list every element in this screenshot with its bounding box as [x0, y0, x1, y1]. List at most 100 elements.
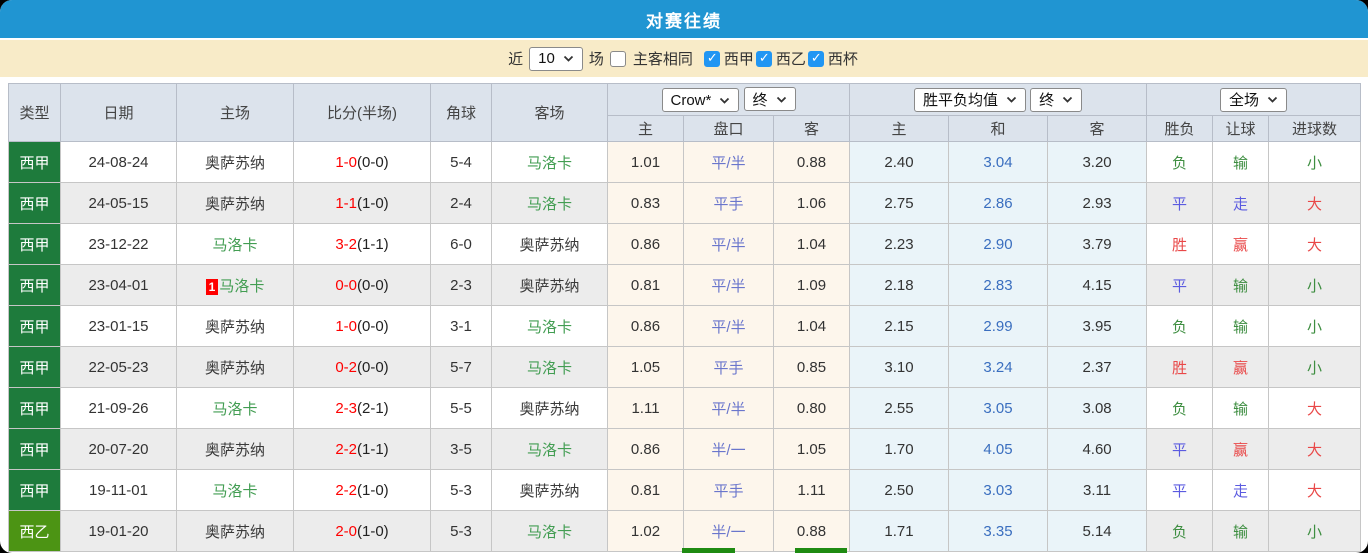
home-team-cell: 奥萨苏纳: [176, 182, 294, 224]
date-cell: 21-09-26: [60, 387, 177, 429]
home-team-cell: 奥萨苏纳: [176, 428, 294, 470]
corners-cell: 5-5: [430, 387, 492, 429]
odds-home: 1.70: [849, 428, 950, 470]
team-name: 奥萨苏纳: [204, 359, 265, 377]
matches-unit-label: 场: [588, 51, 604, 68]
page-title: 对赛往绩: [646, 11, 722, 31]
subcol-ah-line: 盘口: [683, 115, 774, 142]
corners-cell: 5-3: [430, 469, 492, 511]
home-team-cell: 马洛卡: [176, 387, 294, 429]
full-time-score: 0-0: [335, 276, 357, 294]
odds-draw: 4.05: [948, 428, 1049, 470]
team-name: 奥萨苏纳: [519, 482, 580, 500]
league-checkbox-icon[interactable]: [807, 50, 824, 67]
ah-home-odds: 1.01: [607, 141, 684, 183]
chevron-down-icon: [563, 55, 573, 62]
odds-away: 3.79: [1047, 223, 1148, 265]
full-time-score: 2-0: [335, 522, 357, 540]
odds-draw: 3.35: [948, 510, 1049, 552]
date-cell: 23-12-22: [60, 223, 177, 265]
ah-home-odds: 0.86: [607, 428, 684, 470]
result-group-header: 全场: [1146, 83, 1362, 116]
odds-home: 2.40: [849, 141, 950, 183]
ah-away-odds: 1.04: [772, 223, 851, 265]
handicap-group-header: Crow* 终: [606, 83, 851, 116]
score-cell: 2-2(1-0): [293, 469, 431, 511]
recent-count-select[interactable]: 10: [529, 46, 583, 71]
league-filter-label: 西杯: [827, 51, 858, 68]
league-filter-1[interactable]: 西乙: [755, 48, 806, 69]
goals-result-cell: 小: [1268, 141, 1362, 183]
subcol-ah-result: 让球: [1212, 115, 1270, 142]
bookmaker-time-select[interactable]: 终: [743, 87, 796, 111]
result-cell: 胜: [1146, 223, 1214, 265]
subcol-oz-away: 客: [1047, 115, 1148, 142]
bookmaker-select[interactable]: Crow*: [661, 88, 740, 112]
league-filter-label: 西甲: [723, 51, 754, 68]
odds-average-select[interactable]: 胜平负均值: [913, 87, 1026, 112]
date-cell: 19-11-01: [60, 469, 177, 511]
away-team-cell: 奥萨苏纳: [491, 469, 608, 511]
date-cell: 20-07-20: [60, 428, 177, 470]
odds-time-select[interactable]: 终: [1030, 87, 1083, 112]
ah-line: 平/半: [683, 305, 774, 347]
ah-line: 平/半: [683, 223, 774, 265]
team-name: 马洛卡: [526, 154, 572, 172]
ah-line: 平/半: [683, 264, 774, 306]
full-time-score: 1-1: [335, 194, 357, 212]
filter-bar: 近 10 场 主客相同 西甲 西乙 西杯: [0, 40, 1368, 77]
half-time-score: (0-0): [357, 153, 389, 171]
odds-home: 2.55: [849, 387, 950, 429]
team-name: 马洛卡: [526, 441, 572, 459]
odds-home: 1.71: [849, 510, 950, 552]
title-bar: 对赛往绩: [0, 0, 1368, 38]
chevron-down-icon: [1006, 96, 1017, 103]
league-filter-0[interactable]: 西甲: [703, 48, 754, 69]
ah-home-odds: 1.11: [607, 387, 684, 429]
league-checkbox-icon[interactable]: [755, 50, 772, 67]
scope-select[interactable]: 全场: [1220, 87, 1288, 112]
league-checkbox-icon[interactable]: [703, 50, 720, 67]
league-filter-2[interactable]: 西杯: [807, 48, 858, 69]
ah-line: 半/一: [683, 510, 774, 552]
ah-away-odds: 1.06: [772, 182, 851, 224]
date-cell: 23-01-15: [60, 305, 177, 347]
date-cell: 24-08-24: [60, 141, 177, 183]
summary-highlight-bar: [682, 548, 735, 553]
corners-cell: 5-4: [430, 141, 492, 183]
league-type-cell: 西甲: [8, 264, 61, 306]
odds-away: 3.95: [1047, 305, 1148, 347]
goals-result-cell: 大: [1268, 428, 1362, 470]
same-venue-label[interactable]: 主客相同: [633, 48, 693, 69]
score-cell: 0-0(0-0): [293, 264, 431, 306]
home-team-cell: 1 马洛卡: [176, 264, 294, 306]
score-cell: 1-0(0-0): [293, 305, 431, 347]
league-type-cell: 西甲: [8, 469, 61, 511]
ah-away-odds: 1.04: [772, 305, 851, 347]
odds-draw: 2.86: [948, 182, 1049, 224]
away-team-cell: 马洛卡: [491, 346, 608, 388]
result-cell: 负: [1146, 510, 1214, 552]
result-cell: 平: [1146, 264, 1214, 306]
red-card-badge: 1: [205, 278, 219, 295]
odds-draw: 2.99: [948, 305, 1049, 347]
ah-home-odds: 0.86: [607, 305, 684, 347]
match-rows: 西甲 24-08-24 奥萨苏纳 1-0(0-0) 5-4 马洛卡 1.01 平/半 0.88 2…: [8, 141, 1362, 552]
corners-cell: 5-7: [430, 346, 492, 388]
goals-result-cell: 小: [1268, 264, 1362, 306]
team-name: 马洛卡: [212, 482, 258, 500]
odds-home: 2.15: [849, 305, 950, 347]
chevron-down-icon: [776, 96, 786, 103]
handicap-result-cell: 输: [1212, 510, 1270, 552]
match-row: 西甲 19-11-01 马洛卡 2-2(1-0) 5-3 奥萨苏纳 0.81 平手 1.11 2.…: [8, 469, 1362, 511]
match-row: 西甲 24-05-15 奥萨苏纳 1-1(1-0) 2-4 马洛卡 0.83 平手 1.06 2.…: [8, 182, 1362, 224]
ah-line: 平/半: [683, 387, 774, 429]
ah-away-odds: 0.88: [772, 510, 851, 552]
result-cell: 平: [1146, 428, 1214, 470]
handicap-result-cell: 赢: [1212, 428, 1270, 470]
goals-result-cell: 大: [1268, 387, 1362, 429]
ah-home-odds: 0.81: [607, 264, 684, 306]
odds-draw: 2.90: [948, 223, 1049, 265]
home-team-cell: 奥萨苏纳: [176, 141, 294, 183]
same-venue-checkbox[interactable]: [609, 50, 626, 67]
